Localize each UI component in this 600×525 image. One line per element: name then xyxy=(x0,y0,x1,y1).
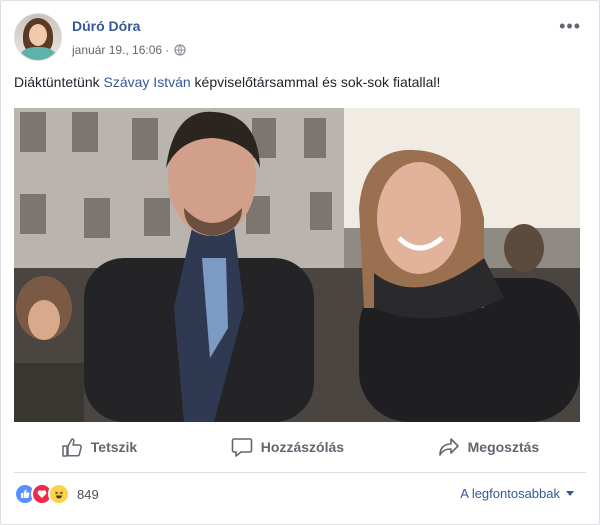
post-card: Dúró Dóra január 19., 16:06 · ••• Diáktü… xyxy=(0,0,600,525)
like-icon xyxy=(62,438,82,457)
author-name[interactable]: Dúró Dóra xyxy=(72,18,140,34)
crowd-person-right xyxy=(504,224,544,272)
crowd-face-left xyxy=(28,300,60,340)
post-text-after: képviselőtársammal és sok-sok fiatallal! xyxy=(190,74,441,90)
share-label: Megosztás xyxy=(467,439,540,455)
reaction-count[interactable]: 849 xyxy=(77,487,99,502)
comment-icon xyxy=(231,438,253,457)
comment-button[interactable]: Hozzászólás xyxy=(231,437,344,457)
more-icon[interactable]: ••• xyxy=(559,17,581,35)
avatar-shirt xyxy=(20,47,56,60)
post-actions: Tetszik Hozzászólás Megosztás xyxy=(14,431,586,463)
actions-divider xyxy=(14,472,586,473)
globe-icon[interactable] xyxy=(174,44,186,56)
author-avatar[interactable] xyxy=(14,13,62,61)
post-text: Diáktüntetünk Szávay István képviselőtár… xyxy=(14,74,440,90)
photo-scene xyxy=(14,108,580,422)
like-label: Tetszik xyxy=(90,439,138,455)
avatar-face xyxy=(29,24,47,46)
comment-label: Hozzászólás xyxy=(260,439,345,455)
like-button[interactable]: Tetszik xyxy=(61,437,137,457)
share-button[interactable]: Megosztás xyxy=(438,437,540,457)
crowd-coat-left xyxy=(14,363,84,422)
caret-down-icon xyxy=(566,491,574,496)
post-photo[interactable] xyxy=(14,108,580,422)
share-icon xyxy=(438,438,459,456)
meta-separator: · xyxy=(165,43,170,57)
tagged-person-link[interactable]: Szávay István xyxy=(104,74,191,90)
post-header: Dúró Dóra január 19., 16:06 · ••• xyxy=(14,13,599,61)
haha-reaction-icon xyxy=(48,483,70,505)
sort-label: A legfontosabbak xyxy=(460,486,560,501)
woman-face xyxy=(377,162,461,274)
post-text-before: Diáktüntetünk xyxy=(14,74,104,90)
post-timestamp[interactable]: január 19., 16:06 xyxy=(72,43,162,57)
post-meta: január 19., 16:06 · xyxy=(72,43,186,57)
reactions-summary[interactable]: 849 xyxy=(14,483,99,505)
comment-sort-dropdown[interactable]: A legfontosabbak xyxy=(460,486,574,501)
